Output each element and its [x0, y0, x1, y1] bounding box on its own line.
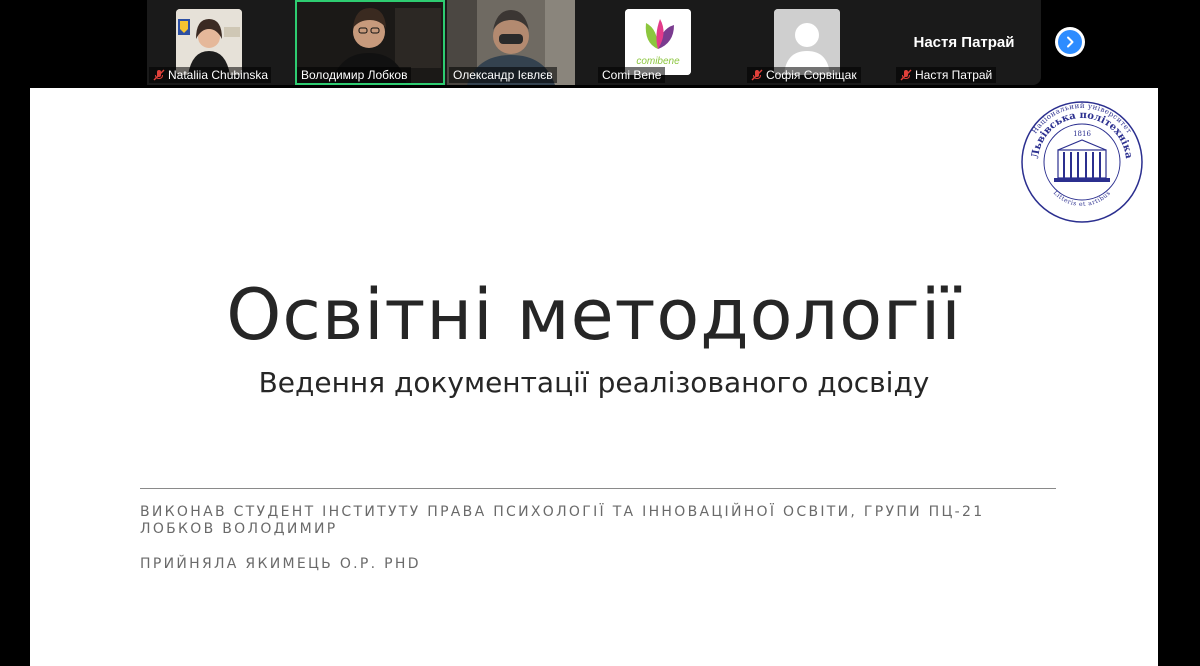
- participant-name: Настя Патрай: [915, 68, 993, 82]
- participant-tile[interactable]: Nataliia Chubinska: [147, 0, 271, 85]
- logo-text: comibene: [636, 56, 680, 67]
- participant-name: Володимир Лобков: [301, 68, 408, 82]
- next-page-button[interactable]: [1055, 27, 1085, 57]
- participant-name: Софія Сорвіщак: [766, 68, 857, 82]
- participant-nameplate: Софія Сорвіщак: [747, 67, 861, 83]
- participant-tile[interactable]: Софія Сорвіщак: [745, 0, 869, 85]
- mic-muted-icon: [900, 69, 912, 81]
- participant-tile[interactable]: Олександр Ієвлєв: [447, 0, 575, 85]
- default-avatar-icon: [774, 9, 840, 75]
- author-name: Лобков Володимир: [140, 521, 338, 537]
- participant-nameplate: Nataliia Chubinska: [149, 67, 271, 83]
- participant-tile[interactable]: Настя Патрай Настя Патрай: [894, 0, 1034, 85]
- participant-display-name: Настя Патрай: [913, 34, 1015, 51]
- seal-motto: Litteris et artibus: [1052, 189, 1112, 208]
- mic-muted-icon: [751, 69, 763, 81]
- participant-tile[interactable]: comibene Comi Bene: [596, 0, 720, 85]
- divider: [140, 488, 1056, 489]
- participant-name: Comi Bene: [602, 68, 662, 82]
- slide-title: Освітні методології: [226, 274, 962, 356]
- mic-muted-icon: [153, 69, 165, 81]
- participant-photo: [176, 9, 242, 75]
- seal-year: 1816: [1073, 130, 1091, 138]
- participant-tile-active[interactable]: Володимир Лобков: [295, 0, 445, 85]
- university-seal-logo: Національний університет Львівська політ…: [1021, 101, 1143, 223]
- author-line: Виконав студент Інституту права психолог…: [140, 504, 985, 520]
- participant-name: Олександр Ієвлєв: [453, 68, 553, 82]
- chevron-right-icon: [1058, 30, 1082, 54]
- reviewer-line: Прийняла Якимець О.Р. PhD: [140, 556, 421, 572]
- participant-nameplate: Олександр Ієвлєв: [449, 67, 557, 83]
- participant-nameplate: Настя Патрай: [896, 67, 997, 83]
- shared-slide: Національний університет Львівська політ…: [30, 88, 1158, 666]
- participant-name: Nataliia Chubinska: [168, 68, 269, 82]
- participant-nameplate: Comi Bene: [598, 67, 666, 83]
- slide-subtitle: Ведення документації реалізованого досві…: [258, 366, 930, 399]
- participant-logo: comibene: [625, 9, 691, 75]
- participant-nameplate: Володимир Лобков: [297, 67, 412, 83]
- svg-text:Litteris et artibus: Litteris et artibus: [1052, 189, 1112, 208]
